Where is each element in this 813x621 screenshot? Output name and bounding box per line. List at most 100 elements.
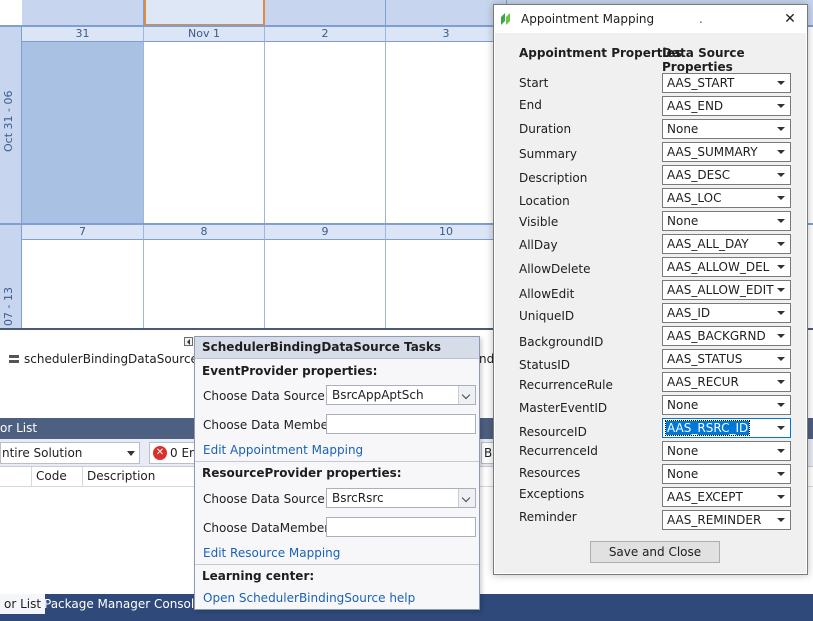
- day-cell[interactable]: [265, 0, 386, 26]
- edit-resource-mapping-link[interactable]: Edit Resource Mapping: [203, 546, 340, 560]
- dropdown-arrow-icon[interactable]: [777, 242, 785, 246]
- data-source-property-select[interactable]: AAS_END: [662, 96, 791, 116]
- dialog-title-bar[interactable]: Appointment Mapping . ✕: [494, 5, 807, 33]
- dropdown-arrow-icon[interactable]: [777, 518, 785, 522]
- dropdown-arrow-icon[interactable]: [777, 104, 785, 108]
- event-data-member-input[interactable]: [326, 414, 476, 434]
- dropdown-arrow-icon[interactable]: [777, 334, 785, 338]
- chevron-down-icon[interactable]: [458, 489, 475, 507]
- event-data-source-select[interactable]: BsrcAppAptSch: [326, 385, 476, 405]
- resource-provider-heading: ResourceProvider properties:: [202, 466, 402, 480]
- data-source-property-select[interactable]: AAS_REMINDER: [662, 510, 791, 530]
- data-source-property-value: None: [667, 444, 699, 458]
- column-header-code[interactable]: Code: [32, 467, 83, 487]
- day-cell[interactable]: [22, 42, 144, 223]
- data-source-property-select[interactable]: None: [662, 119, 791, 139]
- data-source-property-select[interactable]: AAS_BACKGRND: [662, 326, 791, 346]
- chevron-down-icon[interactable]: [458, 386, 475, 404]
- scope-dropdown[interactable]: ntire Solution: [0, 442, 140, 464]
- data-source-property-select[interactable]: AAS_LOC: [662, 188, 791, 208]
- dropdown-arrow-icon[interactable]: [777, 150, 785, 154]
- data-source-property-select[interactable]: AAS_DESC: [662, 165, 791, 185]
- data-source-property-select[interactable]: AAS_STATUS: [662, 349, 791, 369]
- day-header[interactable]: 31: [22, 27, 144, 42]
- tab-package-manager-console[interactable]: Package Manager Console: [40, 594, 206, 614]
- dropdown-arrow-icon[interactable]: [777, 449, 785, 453]
- dropdown-arrow-icon[interactable]: [777, 265, 785, 269]
- resource-data-member-input[interactable]: [326, 517, 476, 537]
- dropdown-arrow-icon[interactable]: [777, 173, 785, 177]
- error-icon: ✕: [153, 446, 167, 460]
- data-source-property-select[interactable]: None: [662, 464, 791, 484]
- save-and-close-button[interactable]: Save and Close: [590, 541, 720, 563]
- day-header[interactable]: 7: [22, 225, 144, 240]
- edit-appointment-mapping-link[interactable]: Edit Appointment Mapping: [203, 443, 363, 457]
- day-cell[interactable]: [386, 42, 507, 223]
- data-source-property-select[interactable]: AAS_EXCEPT: [662, 487, 791, 507]
- appointment-property-label: Resources: [519, 466, 581, 480]
- dropdown-arrow-icon[interactable]: [777, 81, 785, 85]
- data-source-property-select[interactable]: AAS_RECUR: [662, 372, 791, 392]
- data-source-property-value: None: [667, 122, 699, 136]
- day-header[interactable]: Nov 1: [144, 27, 265, 42]
- appointment-property-label: StatusID: [519, 358, 571, 372]
- day-cell[interactable]: [265, 42, 386, 223]
- column-header-description[interactable]: Description: [83, 467, 195, 487]
- appointment-property-label: MasterEventID: [519, 401, 608, 415]
- dropdown-arrow-icon[interactable]: [777, 219, 785, 223]
- mapping-row: Start AAS_START: [495, 73, 806, 93]
- day-header[interactable]: 8: [144, 225, 265, 240]
- day-cell[interactable]: [144, 240, 265, 328]
- day-cell[interactable]: [386, 240, 507, 328]
- day-cell[interactable]: [144, 42, 265, 223]
- data-source-property-select[interactable]: AAS_ALLOW_EDIT: [662, 280, 791, 300]
- day-header[interactable]: 9: [265, 225, 386, 240]
- dropdown-arrow-icon[interactable]: [777, 426, 785, 430]
- dropdown-arrow-icon[interactable]: [777, 403, 785, 407]
- close-icon[interactable]: ✕: [779, 5, 801, 33]
- data-source-property-select[interactable]: None: [662, 441, 791, 461]
- data-source-property-value: AAS_END: [667, 99, 724, 113]
- data-source-property-select[interactable]: None: [662, 211, 791, 231]
- appointment-properties-header: Appointment Properties: [519, 46, 682, 60]
- dropdown-arrow-icon[interactable]: [777, 380, 785, 384]
- appointment-property-label: End: [519, 98, 542, 112]
- day-cell[interactable]: [265, 240, 386, 328]
- appointment-property-label: Description: [519, 171, 588, 185]
- data-source-property-select[interactable]: AAS_ALLOW_DEL: [662, 257, 791, 277]
- resource-data-source-select[interactable]: BsrcRsrc: [326, 488, 476, 508]
- data-source-property-select[interactable]: AAS_ID: [662, 303, 791, 323]
- app-logo-icon: [501, 13, 510, 25]
- data-source-property-select[interactable]: AAS_START: [662, 73, 791, 93]
- selected-day-cell[interactable]: [144, 0, 265, 26]
- dropdown-arrow-icon[interactable]: [777, 288, 785, 292]
- column-header-icon[interactable]: [0, 467, 32, 487]
- dropdown-arrow-icon[interactable]: [777, 495, 785, 499]
- data-source-property-select[interactable]: AAS_ALL_DAY: [662, 234, 791, 254]
- day-cell[interactable]: [386, 0, 507, 26]
- day-header[interactable]: 2: [265, 27, 386, 42]
- smart-tag-tasks-panel: SchedulerBindingDataSource Tasks EventPr…: [194, 336, 480, 610]
- appointment-property-label: Exceptions: [519, 487, 585, 501]
- dropdown-arrow-icon[interactable]: [777, 127, 785, 131]
- data-source-property-select[interactable]: None: [662, 395, 791, 415]
- dropdown-arrow-icon[interactable]: [777, 196, 785, 200]
- day-header[interactable]: 3: [386, 27, 507, 42]
- dropdown-arrow-icon[interactable]: [777, 311, 785, 315]
- data-source-property-select[interactable]: AAS_RSRC_ID: [662, 418, 791, 438]
- open-help-link[interactable]: Open SchedulerBindingSource help: [203, 591, 415, 605]
- day-cell[interactable]: [22, 240, 144, 328]
- mapping-row: Reminder AAS_REMINDER: [495, 510, 806, 530]
- day-cell[interactable]: [22, 0, 144, 26]
- dropdown-arrow-icon[interactable]: [777, 357, 785, 361]
- data-source-property-value: AAS_RECUR: [667, 375, 739, 389]
- smart-tag-glyph[interactable]: [184, 337, 193, 346]
- data-source-property-select[interactable]: AAS_SUMMARY: [662, 142, 791, 162]
- tray-component[interactable]: schedulerBindingDataSource1: [8, 352, 206, 366]
- tab-error-list[interactable]: or List: [0, 594, 46, 614]
- dialog-body: Appointment Properties Data Source Prope…: [495, 33, 806, 573]
- week-label-bar[interactable]: 07 - 13: [0, 225, 22, 328]
- day-header[interactable]: 10: [386, 225, 507, 240]
- week-label-bar[interactable]: Oct 31 - 06: [0, 27, 22, 223]
- dropdown-arrow-icon[interactable]: [777, 472, 785, 476]
